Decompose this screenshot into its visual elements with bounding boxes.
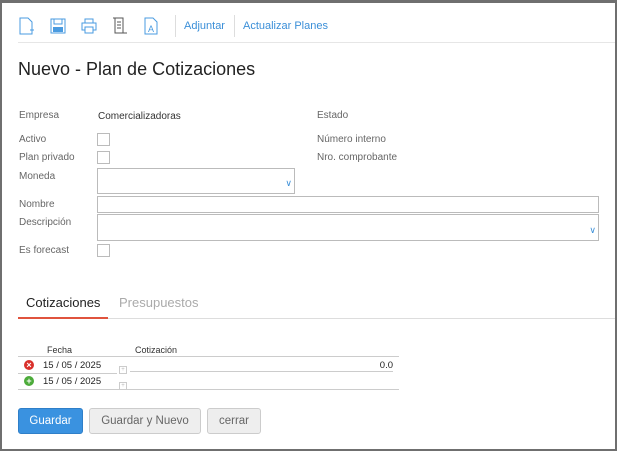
tab-presupuestos[interactable]: Presupuestos xyxy=(111,295,207,317)
descripcion-label: Descripción xyxy=(19,217,72,228)
forecast-checkbox[interactable] xyxy=(97,244,110,257)
save-and-new-button[interactable]: Guardar y Nuevo xyxy=(89,408,201,434)
plan-privado-label: Plan privado xyxy=(19,152,75,163)
add-row-icon[interactable]: + xyxy=(24,376,34,386)
toolbar-divider xyxy=(233,15,235,37)
toolbar-divider xyxy=(175,15,176,37)
close-button[interactable]: cerrar xyxy=(207,408,261,434)
moneda-select[interactable]: ∨ xyxy=(97,168,295,194)
moneda-label: Moneda xyxy=(19,171,56,182)
tab-cotizaciones[interactable]: Cotizaciones xyxy=(18,295,109,319)
activo-checkbox[interactable] xyxy=(97,133,110,146)
print-icon[interactable] xyxy=(80,16,98,36)
forecast-label: Es forecast xyxy=(19,245,70,256)
new-document-icon[interactable] xyxy=(18,16,36,36)
svg-text:A: A xyxy=(148,24,154,34)
column-header-cotizacion: Cotización xyxy=(135,345,178,355)
toolbar: A Adjuntar Actualizar Planes xyxy=(18,14,328,38)
estado-label: Estado xyxy=(317,110,349,121)
table-header-divider xyxy=(18,356,399,357)
scroll-icon[interactable] xyxy=(111,16,129,36)
row-divider xyxy=(18,373,117,374)
fecha-input[interactable]: 15 / 05 / 2025 xyxy=(43,376,101,387)
attach-link[interactable]: Adjuntar xyxy=(184,20,225,32)
column-header-fecha: Fecha xyxy=(47,345,73,355)
tab-bar: Cotizaciones Presupuestos xyxy=(18,290,615,319)
chevron-down-icon: ∨ xyxy=(285,178,292,188)
nombre-input[interactable] xyxy=(97,196,599,213)
nombre-label: Nombre xyxy=(19,199,55,210)
empresa-label: Empresa xyxy=(19,110,60,121)
calendar-icon[interactable]: + xyxy=(119,366,127,374)
cotizacion-input[interactable]: 0.0 xyxy=(130,360,393,372)
save-icon[interactable] xyxy=(49,16,67,36)
row-divider xyxy=(18,389,399,390)
text-document-icon[interactable]: A xyxy=(142,16,160,36)
descripcion-textarea[interactable]: ∨ xyxy=(97,214,599,241)
activo-label: Activo xyxy=(19,134,47,145)
chevron-down-icon: ∨ xyxy=(589,225,596,235)
cotizacion-input[interactable] xyxy=(130,376,393,388)
nro-comprobante-label: Nro. comprobante xyxy=(317,152,398,163)
page-title: Nuevo - Plan de Cotizaciones xyxy=(18,59,256,79)
plan-privado-checkbox[interactable] xyxy=(97,151,110,164)
numero-interno-label: Número interno xyxy=(317,134,386,145)
update-plans-link[interactable]: Actualizar Planes xyxy=(243,20,328,32)
empresa-value: Comercializadoras xyxy=(98,111,181,122)
save-button[interactable]: Guardar xyxy=(18,408,83,434)
fecha-input[interactable]: 15 / 05 / 2025 xyxy=(43,360,101,371)
toolbar-divider-line xyxy=(18,42,615,43)
remove-row-icon[interactable]: × xyxy=(24,360,34,370)
